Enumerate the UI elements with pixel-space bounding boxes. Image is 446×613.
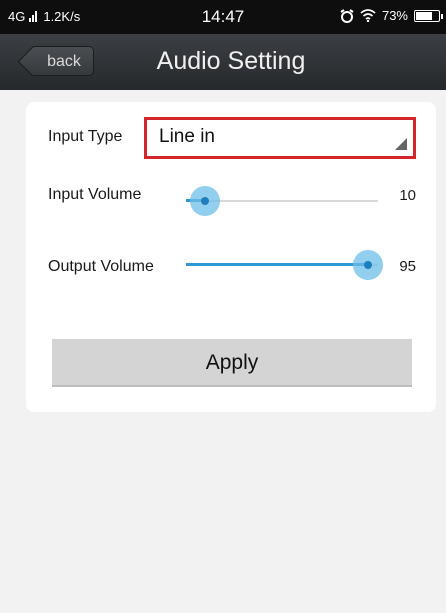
status-right: 73% <box>340 8 443 23</box>
nav-bar: back Audio Setting <box>0 34 446 90</box>
output-volume-slider[interactable] <box>186 250 384 280</box>
output-volume-value: 95 <box>399 258 416 275</box>
input-volume-thumb[interactable] <box>190 186 221 216</box>
input-volume-label: Input Volume <box>48 186 142 203</box>
battery-percent: 73% <box>381 8 408 23</box>
input-type-select[interactable]: Line in <box>144 117 416 159</box>
output-volume-fill <box>186 263 369 266</box>
alarm-icon <box>340 8 354 23</box>
apply-button[interactable]: Apply <box>52 339 412 387</box>
input-type-value: Line in <box>159 126 215 147</box>
wifi-icon <box>360 9 376 22</box>
dropdown-arrow-icon <box>395 138 407 150</box>
page-title: Audio Setting <box>156 47 306 75</box>
input-volume-value: 10 <box>399 187 416 204</box>
input-volume-slider[interactable] <box>186 186 378 216</box>
input-type-label: Input Type <box>48 128 123 145</box>
battery-icon <box>414 9 443 22</box>
output-volume-label: Output Volume <box>48 258 154 275</box>
status-bar: 4G 1.2K/s 14:47 73% <box>0 0 446 34</box>
battery-fill <box>416 11 432 20</box>
